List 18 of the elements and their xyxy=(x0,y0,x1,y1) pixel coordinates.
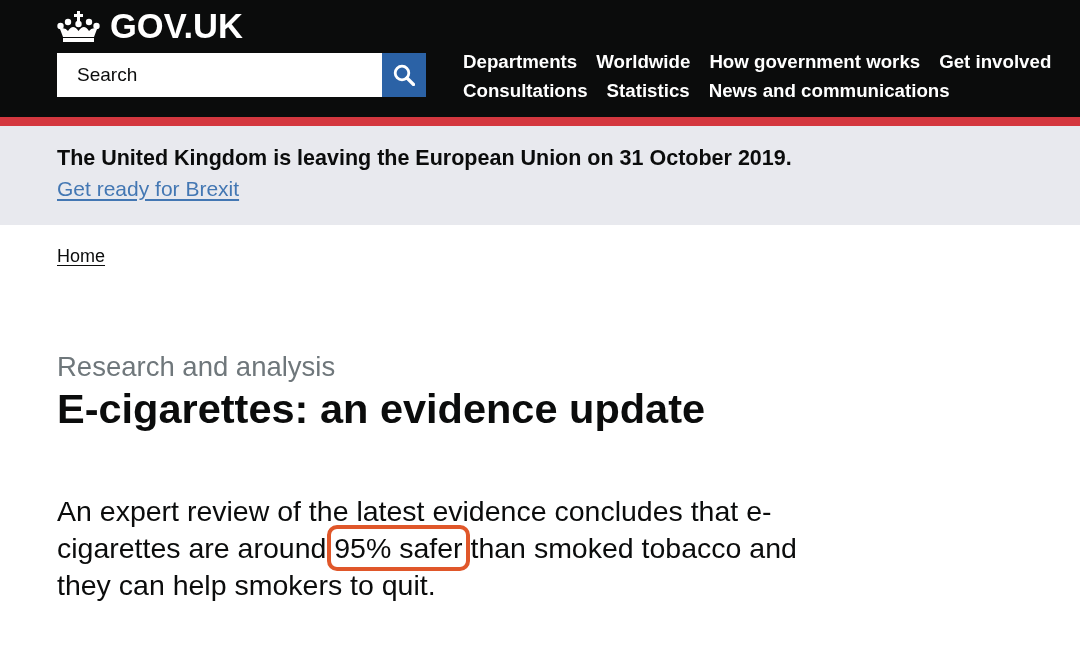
crown-icon xyxy=(57,10,100,42)
nav-link[interactable]: News and communications xyxy=(708,76,950,105)
page-title: E-cigarettes: an evidence update xyxy=(57,385,706,433)
summary-text: An expert review of the latest evidence concludes that e-cigarettes are around 95% safer than smoked tobacco and they can help smokers to quit. xyxy=(57,494,798,603)
nav-link[interactable]: Consultations xyxy=(463,76,588,105)
nav-link[interactable]: Get involved xyxy=(939,47,1052,76)
breadcrumb-link[interactable]: Home xyxy=(57,244,105,268)
search-field[interactable]: Search xyxy=(57,53,382,97)
nav-link[interactable]: Worldwide xyxy=(596,47,691,76)
nav-link[interactable]: Departments xyxy=(463,47,578,76)
banner-link[interactable]: Get ready for Brexit xyxy=(57,173,240,205)
search-button[interactable] xyxy=(382,53,426,97)
gov-uk-logo-link[interactable]: GOV.UK xyxy=(57,8,243,44)
search-icon xyxy=(393,64,415,86)
nav-link[interactable]: How government works xyxy=(709,47,921,76)
nav-link[interactable]: Statistics xyxy=(606,76,690,105)
document-type-label: Research and analysis xyxy=(57,351,336,383)
banner-message: The United Kingdom is leaving the European Union on 31 October 2019. xyxy=(57,145,792,172)
